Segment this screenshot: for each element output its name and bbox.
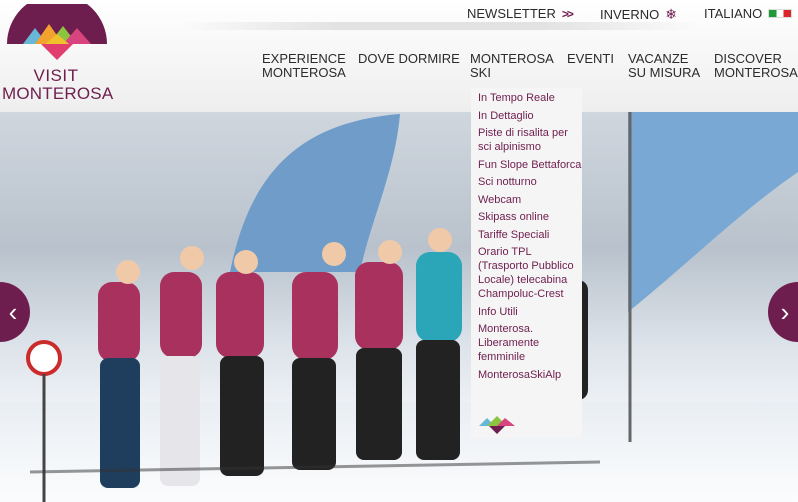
dropdown-item-webcam[interactable]: Webcam <box>478 193 582 207</box>
dropdown-item-piste-sci-alpinismo[interactable]: Piste di risalita per sci alpinismo <box>478 126 582 154</box>
logo-text-visit: VISIT <box>33 66 79 85</box>
monterosa-ski-dropdown: In Tempo Reale In Dettaglio Piste di ris… <box>471 88 582 438</box>
season-label: INVERNO <box>600 7 660 22</box>
nav-label-line1: DOVE DORMIRE <box>358 51 460 66</box>
dropdown-item-skipass-online[interactable]: Skipass online <box>478 210 582 224</box>
dropdown-item-sci-notturno[interactable]: Sci notturno <box>478 175 582 189</box>
nav-label-line1: MONTEROSA <box>470 51 554 66</box>
nav-label-line2: SU MISURA <box>628 65 701 80</box>
nav-eventi[interactable]: EVENTI <box>567 52 614 66</box>
dropdown-item-in-tempo-reale[interactable]: In Tempo Reale <box>478 91 582 105</box>
newsletter-label: NEWSLETTER <box>467 6 556 21</box>
hero-photo-illustration <box>26 112 798 502</box>
hero-slider: ‹ › <box>0 112 798 502</box>
dropdown-item-orario-tpl[interactable]: Orario TPL (Trasporto Pubblico Locale) t… <box>478 245 582 301</box>
nav-label-line2: MONTEROSA <box>714 65 798 80</box>
newsletter-link[interactable]: NEWSLETTER >> <box>467 6 574 21</box>
nav-discover-monterosa[interactable]: DISCOVER MONTEROSA <box>714 52 798 80</box>
nav-experience-monterosa[interactable]: EXPERIENCE MONTEROSA <box>262 52 346 80</box>
chevron-right-icon: › <box>780 296 790 327</box>
nav-vacanze-su-misura[interactable]: VACANZE SU MISURA <box>628 52 700 80</box>
nav-label-line2: MONTEROSA <box>262 65 346 80</box>
italian-flag-icon <box>768 9 793 18</box>
dropdown-item-monterosaskialp[interactable]: MonterosaSkiAlp <box>478 368 582 382</box>
chevron-left-icon: ‹ <box>8 296 18 327</box>
topbar-divider <box>180 22 700 30</box>
visit-monterosa-logo[interactable]: VISIT MONTEROSA <box>2 4 114 103</box>
snowflake-icon: ❄ <box>665 6 677 22</box>
dropdown-item-tariffe-speciali[interactable]: Tariffe Speciali <box>478 228 582 242</box>
dropdown-item-in-dettaglio[interactable]: In Dettaglio <box>478 109 582 123</box>
nav-dove-dormire[interactable]: DOVE DORMIRE <box>358 52 460 66</box>
logo-mountain-emblem <box>7 4 107 60</box>
season-switch[interactable]: INVERNO ❄ <box>600 6 677 23</box>
nav-label-line1: VACANZE <box>628 51 689 66</box>
nav-label-line2: SKI <box>470 65 491 80</box>
site-header: VISIT MONTEROSA NEWSLETTER >> INVERNO ❄ … <box>0 0 798 112</box>
logo-text-monterosa: MONTEROSA <box>2 84 114 103</box>
language-label: ITALIANO <box>704 6 763 21</box>
language-selector[interactable]: ITALIANO <box>704 6 793 21</box>
nav-monterosa-ski[interactable]: MONTEROSA SKI <box>470 52 554 80</box>
double-chevron-right-icon: >> <box>561 6 574 21</box>
dropdown-item-info-utili[interactable]: Info Utili <box>478 305 582 319</box>
dropdown-item-liberamente-femminile[interactable]: Monterosa. Liberamente femminile <box>478 322 582 364</box>
dropdown-item-fun-slope[interactable]: Fun Slope Bettaforca <box>478 158 582 172</box>
mini-logo-emblem <box>479 416 515 434</box>
nav-label-line1: EXPERIENCE <box>262 51 346 66</box>
nav-label-line1: EVENTI <box>567 51 614 66</box>
nav-label-line1: DISCOVER <box>714 51 782 66</box>
